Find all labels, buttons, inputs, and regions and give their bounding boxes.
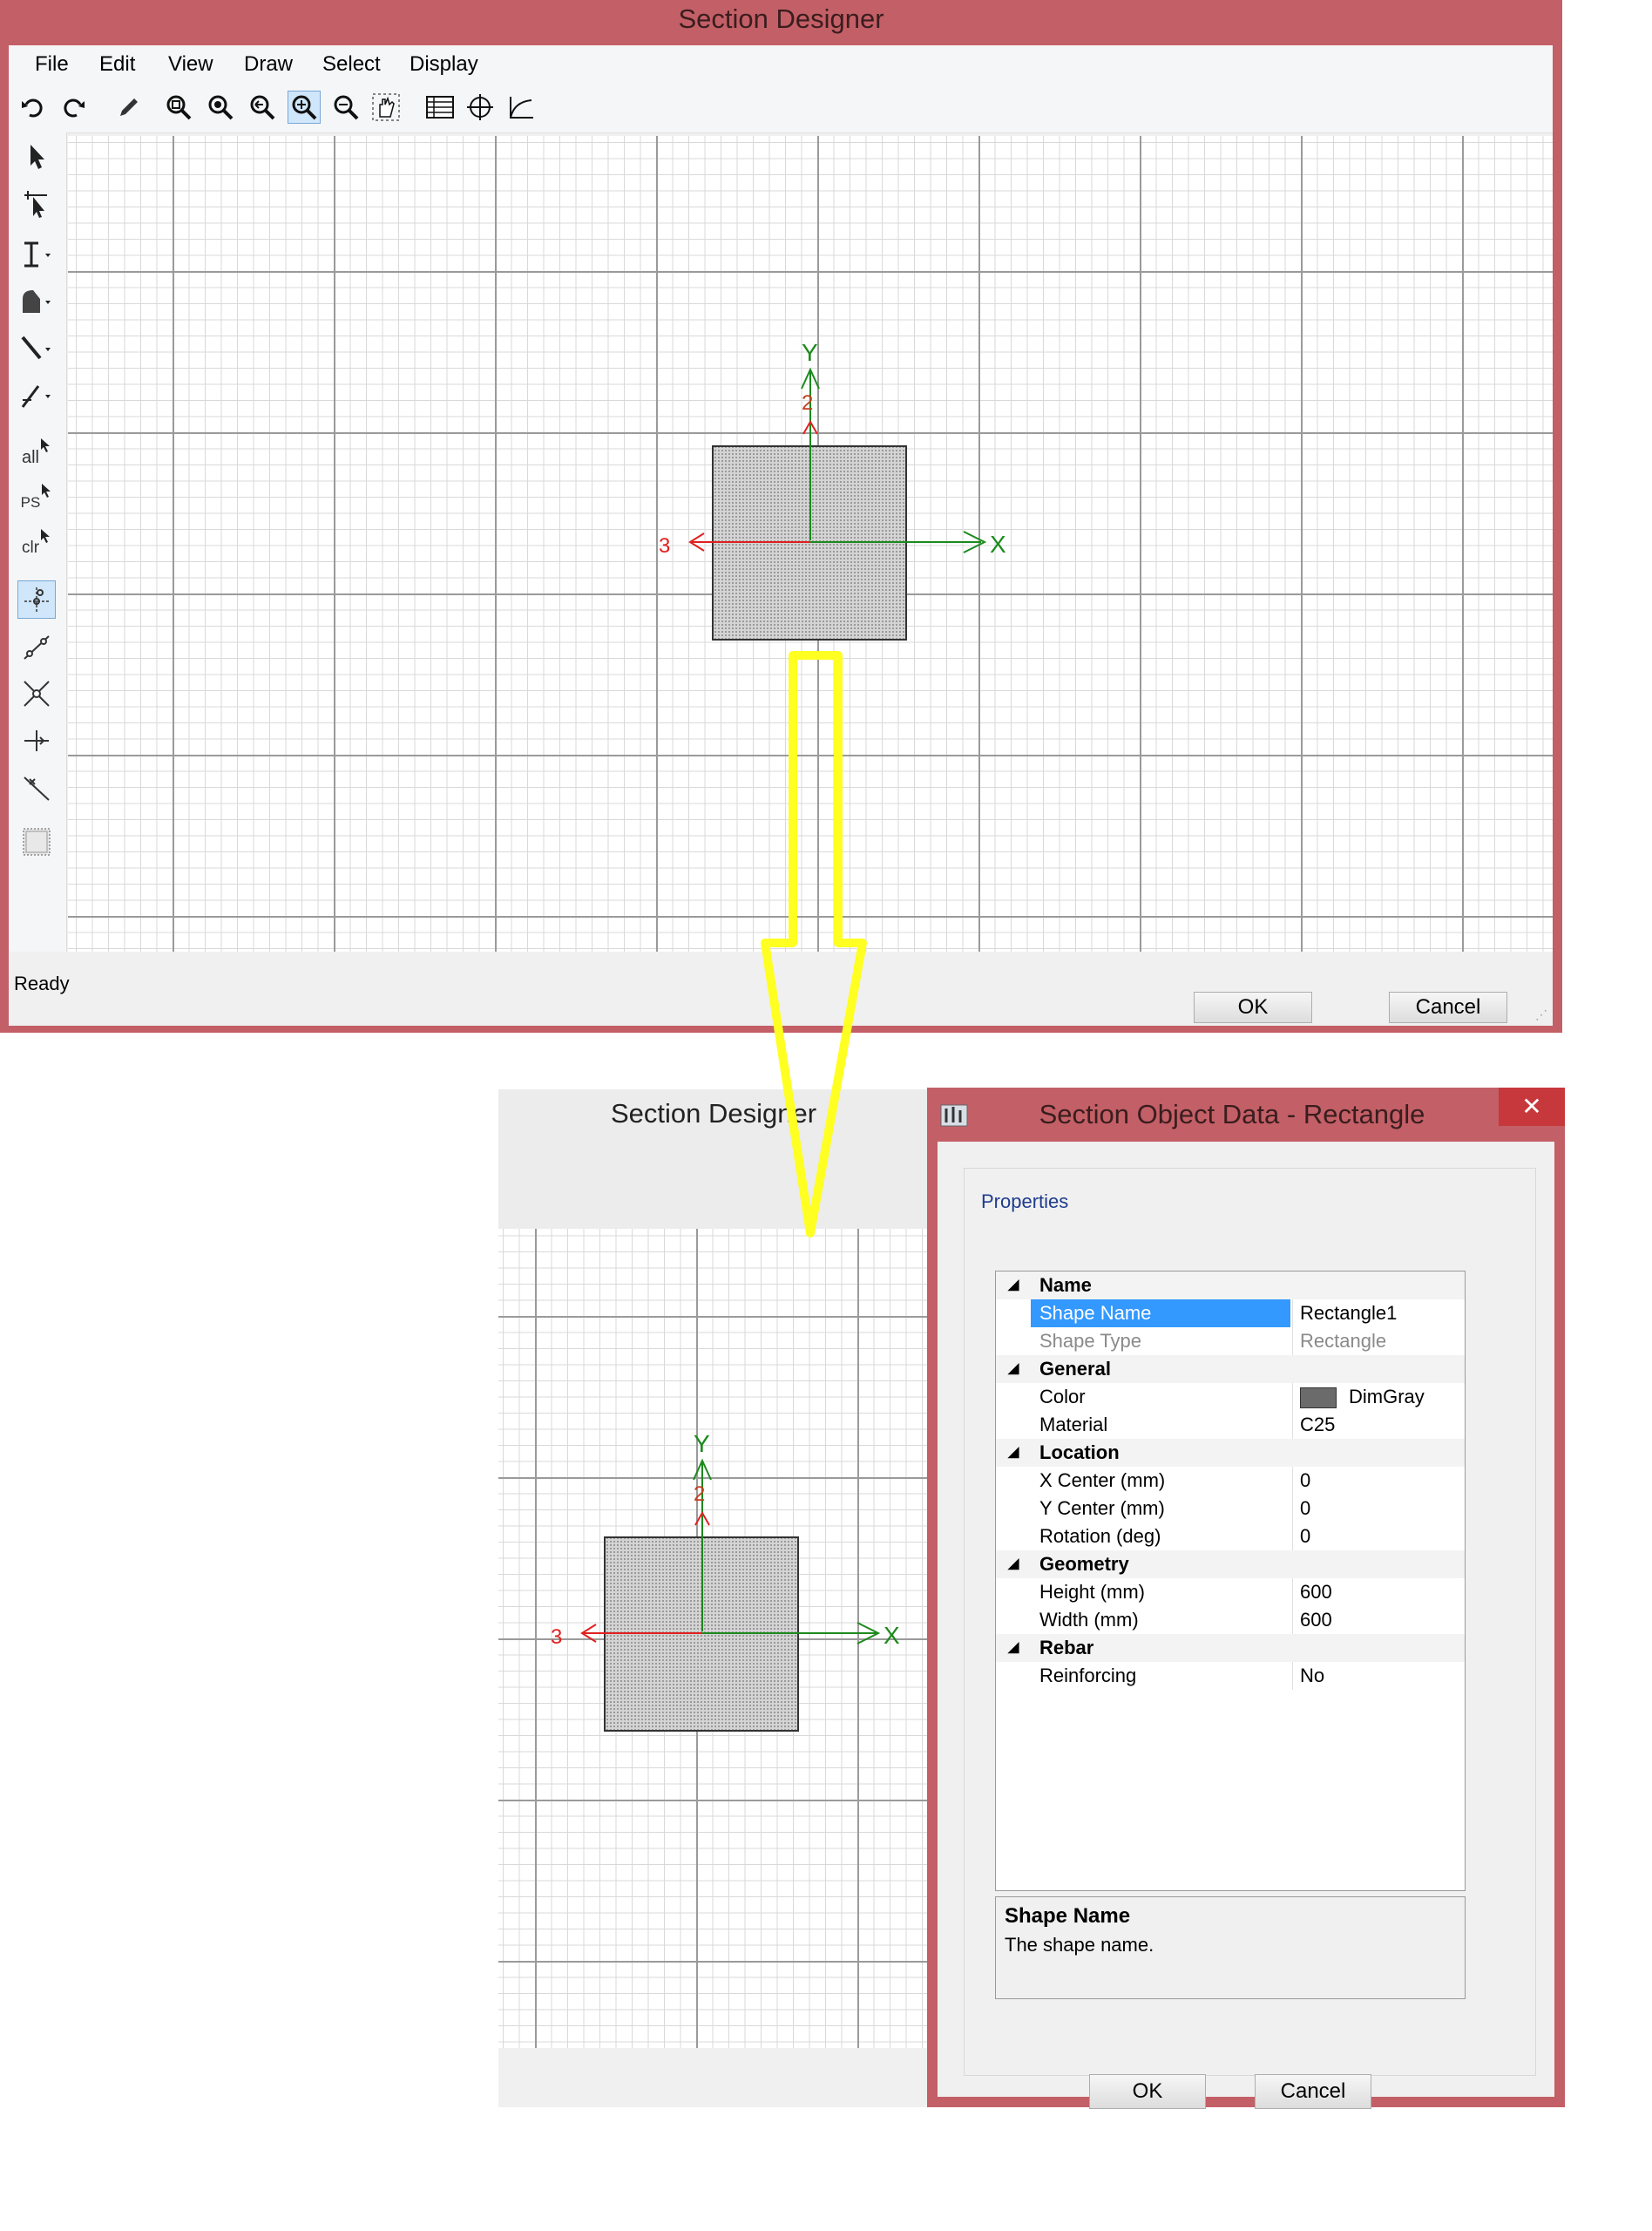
property-row[interactable]: Color DimGray (996, 1383, 1465, 1411)
dialog-ok-button[interactable]: OK (1089, 2074, 1206, 2109)
property-value[interactable]: 0 (1292, 1522, 1473, 1550)
property-label: X Center (mm) (1039, 1469, 1166, 1491)
property-value[interactable]: 0 (1292, 1495, 1473, 1522)
yellow-arrow-icon (761, 651, 867, 1238)
property-row[interactable]: Height (mm) 600 (996, 1578, 1465, 1606)
property-row[interactable]: Reinforcing No (996, 1662, 1465, 1690)
category-row[interactable]: ◢ Geometry (996, 1550, 1465, 1578)
property-grid[interactable]: ◢ Name Shape Name Rectangle1 Shape Type Recta… (995, 1271, 1466, 1891)
category-label: Rebar (1039, 1637, 1094, 1658)
property-value[interactable]: 600 (1292, 1606, 1473, 1634)
section-drawing-bottom: Y 2 X 3 (551, 1430, 900, 1732)
property-label: Height (mm) (1039, 1581, 1146, 1603)
property-label: Width (mm) (1039, 1609, 1139, 1631)
property-label: Shape Type (1039, 1330, 1142, 1352)
property-label: Rotation (deg) (1039, 1525, 1161, 1547)
property-label: Y Center (mm) (1039, 1497, 1165, 1519)
annotation-arrow (761, 651, 867, 1238)
description-title: Shape Name (1005, 1904, 1131, 1928)
property-row[interactable]: Y Center (mm) 0 (996, 1495, 1465, 1522)
axis-x-label-2: X (884, 1622, 900, 1649)
collapse-triangle-icon[interactable]: ◢ (1008, 1634, 1019, 1662)
property-label: Color (1039, 1386, 1086, 1407)
property-label: Reinforcing (1039, 1665, 1137, 1686)
category-row[interactable]: ◢ General (996, 1355, 1465, 1383)
property-row[interactable]: Rotation (deg) 0 (996, 1522, 1465, 1550)
property-value[interactable]: 0 (1292, 1467, 1473, 1495)
description-text: The shape name. (1005, 1934, 1154, 1956)
axis-2-label-2: 2 (694, 1482, 705, 1506)
property-label: Material (1039, 1414, 1108, 1435)
collapse-triangle-icon[interactable]: ◢ (1008, 1550, 1019, 1578)
dialog-cancel-button[interactable]: Cancel (1255, 2074, 1371, 2109)
color-name: DimGray (1349, 1386, 1425, 1407)
collapse-triangle-icon[interactable]: ◢ (1008, 1355, 1019, 1383)
property-value[interactable]: DimGray (1292, 1383, 1473, 1411)
property-value[interactable]: No (1292, 1662, 1473, 1690)
axis-3-label-2: 3 (551, 1625, 562, 1649)
axis-y-label-2: Y (694, 1430, 710, 1457)
property-value[interactable]: C25 (1292, 1411, 1473, 1439)
property-value[interactable]: 600 (1292, 1578, 1473, 1606)
category-label: Geometry (1039, 1553, 1129, 1575)
collapse-triangle-icon[interactable]: ◢ (1008, 1439, 1019, 1467)
category-row[interactable]: ◢ Location (996, 1439, 1465, 1467)
property-row[interactable]: Material C25 (996, 1411, 1465, 1439)
color-swatch (1300, 1387, 1337, 1409)
property-row[interactable]: Width (mm) 600 (996, 1606, 1465, 1634)
property-value[interactable]: Rectangle (1292, 1327, 1473, 1355)
property-row[interactable]: X Center (mm) 0 (996, 1467, 1465, 1495)
category-label: Location (1039, 1441, 1120, 1463)
property-row[interactable]: Shape Type Rectangle (996, 1327, 1465, 1355)
description-panel: Shape Name The shape name. (995, 1896, 1466, 1999)
category-row[interactable]: ◢ Rebar (996, 1634, 1465, 1662)
category-label: General (1039, 1358, 1111, 1380)
